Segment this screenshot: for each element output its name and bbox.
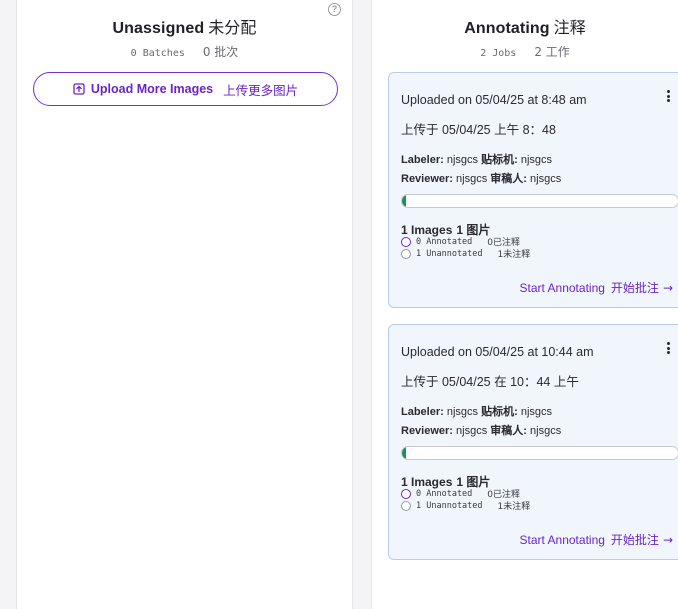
arrow-right-icon: → (662, 533, 673, 547)
unannotated-dot-icon (401, 500, 411, 511)
reviewer-value-cn: njsgcs (530, 425, 562, 437)
job-labeler: Labeler: njsgcs 贴标机: njsgcs (401, 151, 552, 167)
unassigned-title: Unassigned 未分配 (17, 14, 352, 38)
job-uploaded-date-cn: 上传于 05/04/25 上午 8：48 (401, 123, 556, 137)
unannotated-dot-icon (401, 248, 411, 259)
reviewer-key: Reviewer: (401, 425, 453, 437)
arrow-right-icon: → (662, 281, 673, 295)
job-uploaded-date: Uploaded on 05/04/25 at 10:44 am (401, 345, 594, 359)
labeler-key: Labeler: (401, 154, 444, 166)
annotating-subtitle: 2 Jobs 2 工作 (372, 43, 678, 60)
job-progress-fill (402, 447, 407, 459)
upload-label: Upload More Images (90, 82, 214, 96)
unannotated-count: 1 Unannotated (416, 500, 483, 511)
start-annotating-label-cn: 开始批注 (610, 533, 659, 547)
unassigned-header: Unassigned 未分配 0 Batches 0 批次 (17, 0, 352, 60)
upload-label-cn: 上传更多图片 (223, 83, 299, 98)
annotated-count: 0 Annotated (416, 236, 473, 247)
unannotated-count-cn: 1未注释 (497, 502, 531, 512)
job-reviewer: Reviewer: njsgcs 审稿人: njsgcs (401, 170, 561, 186)
labeler-value: njsgcs (446, 154, 479, 166)
app-root: ? Unassigned 未分配 0 Batches 0 批次 Upload Mor… (0, 0, 678, 609)
job-progress-fill (402, 195, 407, 207)
annotating-title-cn: 注释 (553, 20, 586, 37)
labeler-key-cn: 贴标机: (481, 406, 518, 418)
unannotated-legend: 1 Unannotated 1未注释 (401, 499, 530, 512)
annotating-header: Annotating 注释 2 Jobs 2 工作 (372, 0, 678, 60)
unassigned-title-en: Unassigned (112, 20, 205, 37)
batches-count: 0 Batches (130, 48, 185, 59)
job-card[interactable]: Uploaded on 05/04/25 at 10:44 am 上传于 05/… (388, 324, 678, 560)
annotated-dot-icon (401, 236, 411, 247)
unannotated-count: 1 Unannotated (416, 248, 483, 259)
annotating-title-en: Annotating (464, 20, 550, 37)
reviewer-key: Reviewer: (401, 173, 453, 185)
job-reviewer: Reviewer: njsgcs 审稿人: njsgcs (401, 422, 561, 438)
unassigned-subtitle: 0 Batches 0 批次 (17, 43, 352, 60)
jobs-count: 2 Jobs (480, 48, 517, 59)
job-uploaded-date: Uploaded on 05/04/25 at 8:48 am (401, 93, 587, 107)
labeler-value: njsgcs (446, 406, 479, 418)
upload-icon (73, 83, 85, 95)
annotating-title: Annotating 注释 (372, 14, 678, 38)
help-circle-icon[interactable]: ? (328, 3, 341, 16)
annotated-count: 0 Annotated (416, 488, 473, 499)
labeler-value-cn: njsgcs (520, 406, 553, 418)
start-annotating-label: Start Annotating (519, 533, 605, 547)
start-annotating-label-cn: 开始批注 (610, 281, 659, 295)
reviewer-key-cn: 审稿人: (490, 173, 527, 185)
reviewer-value-cn: njsgcs (530, 173, 562, 185)
kebab-menu-icon[interactable] (665, 90, 671, 102)
unassigned-column: ? Unassigned 未分配 0 Batches 0 批次 Upload Mor… (16, 0, 353, 609)
kebab-menu-icon[interactable] (665, 342, 671, 354)
unannotated-legend: 1 Unannotated 1未注释 (401, 247, 530, 260)
start-annotating-link[interactable]: Start Annotating 开始批注 → (520, 279, 673, 296)
reviewer-value: njsgcs (456, 173, 488, 185)
job-progress-bar (401, 446, 678, 460)
jobs-count-cn: 2 工作 (534, 45, 570, 59)
job-uploaded-date-cn: 上传于 05/04/25 在 10：44 上午 (401, 375, 579, 389)
upload-more-images-button[interactable]: Upload More Images 上传更多图片 (33, 72, 338, 106)
labeler-key: Labeler: (401, 406, 444, 418)
batches-count-cn: 0 批次 (202, 45, 239, 59)
job-labeler: Labeler: njsgcs 贴标机: njsgcs (401, 403, 552, 419)
start-annotating-label: Start Annotating (519, 281, 605, 295)
unassigned-title-cn: 未分配 (208, 20, 257, 37)
labeler-value-cn: njsgcs (520, 154, 553, 166)
job-card[interactable]: Uploaded on 05/04/25 at 8:48 am 上传于 05/0… (388, 72, 678, 308)
annotated-dot-icon (401, 488, 411, 499)
annotating-column: Annotating 注释 2 Jobs 2 工作 Uploaded on 05/0… (371, 0, 678, 609)
start-annotating-link[interactable]: Start Annotating 开始批注 → (520, 531, 673, 548)
reviewer-value: njsgcs (456, 425, 488, 437)
job-progress-bar (401, 194, 678, 208)
reviewer-key-cn: 审稿人: (490, 425, 527, 437)
labeler-key-cn: 贴标机: (481, 154, 518, 166)
unannotated-count-cn: 1未注释 (497, 250, 531, 260)
